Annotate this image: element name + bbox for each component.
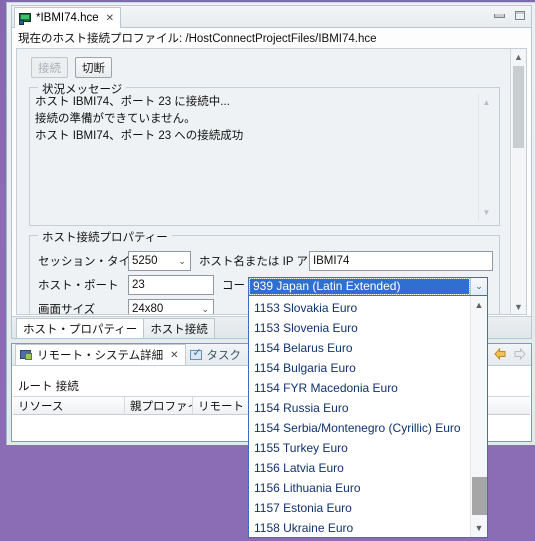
route-connection-label: ルート 接続: [18, 381, 79, 393]
code-page-dropdown-list[interactable]: 1153 Slovakia Euro 1153 Slovenia Euro 11…: [248, 295, 488, 538]
host-name-value: IBMI74: [312, 255, 350, 267]
status-message-list: ホスト IBMI74、ポート 23 に接続中... 接続の準備ができていません。…: [35, 94, 475, 220]
host-name-input[interactable]: IBMI74: [308, 251, 493, 271]
editor-tab-ibmi74[interactable]: *IBMI74.hce ✕: [14, 7, 122, 28]
screen: *IBMI74.hce ✕ 現在のホスト接続プロファイル: /HostConne…: [0, 0, 535, 541]
remote-systems-details-icon: [20, 349, 33, 361]
host-properties-legend: ホスト接続プロパティー: [38, 229, 172, 245]
status-message-line: ホスト IBMI74、ポート 23 への接続成功: [35, 130, 244, 142]
screen-size-value: 24x80: [132, 303, 164, 315]
editor-tab-row: *IBMI74.hce ✕: [12, 6, 531, 28]
scroll-down-icon[interactable]: ▼: [511, 299, 526, 314]
views-navigation: [486, 347, 527, 361]
editor-form-canvas: 接続 切断 状況メッセージ ホスト IBMI74、ポート 23 に接続中... …: [16, 48, 527, 315]
host-connection-icon: [19, 12, 32, 25]
column-header-parent-profile[interactable]: 親プロファイル: [125, 397, 193, 414]
host-port-label: ホスト・ポート: [38, 280, 119, 292]
chevron-down-icon[interactable]: ⌄: [470, 278, 487, 295]
host-name-label: ホスト名または IP アドレス: [198, 256, 343, 268]
minimize-icon[interactable]: [494, 13, 505, 18]
session-type-combo[interactable]: 5250 ⌄: [128, 251, 191, 271]
list-item[interactable]: 1154 Belarus Euro: [249, 338, 470, 358]
status-messages-group: 状況メッセージ ホスト IBMI74、ポート 23 に接続中... 接続の準備が…: [29, 81, 500, 226]
tab-host-connection[interactable]: ホスト接続: [143, 318, 215, 338]
screen-size-combo[interactable]: 24x80 ⌄: [128, 299, 214, 315]
list-item[interactable]: 1156 Lithuania Euro: [249, 478, 470, 498]
row-session-type: セッション・タイプ 5250 ⌄ ホスト名または IP アドレス IBMI74: [38, 249, 493, 273]
list-item[interactable]: 1156 Latvia Euro: [249, 458, 470, 478]
session-type-value: 5250: [132, 255, 158, 267]
maximize-icon[interactable]: [515, 11, 525, 20]
scroll-up-icon[interactable]: ▲: [471, 297, 487, 313]
back-arrow-icon[interactable]: [493, 347, 508, 361]
session-type-label: セッション・タイプ: [38, 256, 142, 268]
list-item[interactable]: 1155 Turkey Euro: [249, 438, 470, 458]
code-page-selected-value: 939 Japan (Latin Extended): [249, 278, 470, 295]
profile-path-label: 現在のホスト接続プロファイル: /HostConnectProjectFiles…: [18, 33, 377, 45]
host-port-input[interactable]: 23: [128, 275, 214, 295]
list-item[interactable]: 1154 Bulgaria Euro: [249, 358, 470, 378]
scroll-thumb[interactable]: [472, 477, 487, 515]
screen-size-label: 画面サイズ: [38, 304, 96, 315]
forward-arrow-icon: [512, 347, 527, 361]
connection-buttons: 接続 切断: [31, 57, 502, 78]
chevron-down-icon: ⌄: [201, 303, 209, 314]
chevron-down-icon: ⌄: [178, 255, 186, 266]
editor-form-body: 接続 切断 状況メッセージ ホスト IBMI74、ポート 23 に接続中... …: [17, 49, 510, 314]
tab-remote-system-details[interactable]: リモート・システム詳細 ✕: [15, 344, 186, 365]
disconnect-button[interactable]: 切断: [75, 57, 112, 78]
editor-tab-label: *IBMI74.hce: [36, 12, 99, 24]
scroll-down-icon[interactable]: ▼: [480, 206, 493, 218]
host-port-value: 23: [132, 279, 145, 291]
tab-host-properties[interactable]: ホスト・プロパティー: [16, 318, 145, 338]
form-vertical-scrollbar[interactable]: ▲ ▼: [510, 49, 526, 314]
status-inner: ホスト IBMI74、ポート 23 に接続中... 接続の準備ができていません。…: [35, 94, 493, 220]
window-controls: [494, 11, 525, 20]
tab-tasks[interactable]: ✓ タスク: [186, 344, 248, 365]
status-message-line: ホスト IBMI74、ポート 23 に接続中...: [35, 96, 230, 108]
list-item[interactable]: 1153 Slovenia Euro: [249, 318, 470, 338]
scroll-thumb[interactable]: [513, 66, 524, 148]
scroll-down-icon[interactable]: ▼: [471, 520, 487, 536]
close-icon[interactable]: ✕: [170, 350, 178, 361]
column-header-resource[interactable]: リソース: [13, 397, 125, 414]
list-item[interactable]: 1154 Russia Euro: [249, 398, 470, 418]
dropdown-items: 1153 Slovakia Euro 1153 Slovenia Euro 11…: [249, 296, 470, 537]
tasks-icon: ✓: [189, 347, 203, 361]
connect-button[interactable]: 接続: [31, 57, 68, 78]
scroll-up-icon[interactable]: ▲: [480, 96, 493, 108]
list-item[interactable]: 1154 FYR Macedonia Euro: [249, 378, 470, 398]
scroll-up-icon[interactable]: ▲: [511, 49, 526, 64]
list-item[interactable]: 1158 Ukraine Euro: [249, 518, 470, 537]
list-item[interactable]: 1154 Serbia/Montenegro (Cyrillic) Euro: [249, 418, 470, 438]
list-item[interactable]: 1157 Estonia Euro: [249, 498, 470, 518]
status-scrollbar[interactable]: ▲ ▼: [478, 94, 493, 220]
dropdown-scrollbar[interactable]: ▲ ▼: [470, 296, 487, 537]
list-item[interactable]: 1153 Slovakia Euro: [249, 298, 470, 318]
tab-label: タスク: [206, 349, 242, 362]
close-icon[interactable]: ✕: [106, 13, 114, 24]
code-page-combo[interactable]: 939 Japan (Latin Extended) ⌄: [248, 277, 488, 296]
status-message-line: 接続の準備ができていません。: [35, 113, 196, 125]
tab-label: リモート・システム詳細: [37, 350, 164, 362]
